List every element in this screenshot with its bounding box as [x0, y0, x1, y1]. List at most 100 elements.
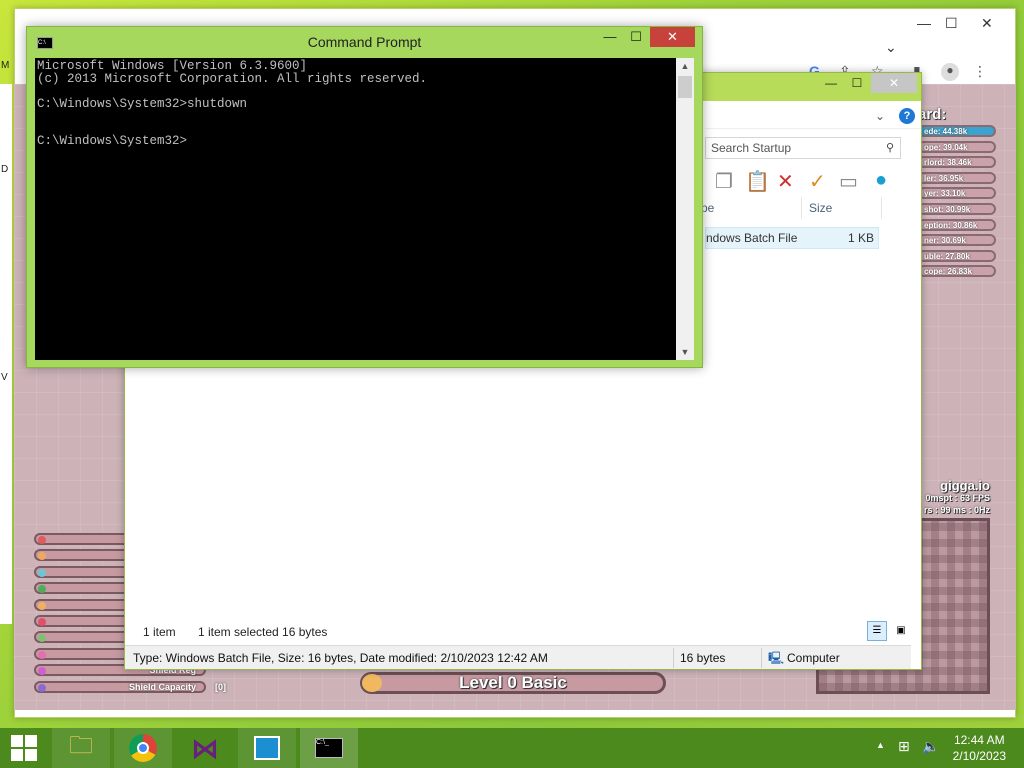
volume-icon[interactable]: 🔈: [922, 738, 939, 768]
cmd-icon: C:\_: [315, 738, 343, 758]
explorer-toolbar: ❐ 📋 ✕ ✓ ▭ ●: [715, 167, 915, 197]
folder-icon: 🗀: [69, 731, 93, 759]
stat-color-dot: [38, 536, 46, 544]
paste-icon[interactable]: 📋: [745, 169, 770, 194]
visual-studio-icon: ⋈: [191, 732, 219, 764]
explorer-minimize-button[interactable]: —: [817, 73, 845, 93]
taskbar-image-viewer[interactable]: [238, 728, 296, 768]
column-separator: [881, 197, 882, 219]
taskbar: 🗀 ⋈ C:\_ ▲ ⊞ 🔈 12:44 AM 2/10/2023: [0, 728, 1024, 768]
file-size-cell: 1 KB: [847, 231, 874, 245]
details-separator: [761, 648, 762, 668]
stat-color-dot: [38, 601, 46, 610]
cmd-minimize-button[interactable]: —: [596, 27, 624, 47]
address-bar[interactable]: ⌄ ?: [705, 107, 921, 129]
stat-color-dot: [38, 667, 46, 676]
status-selected: 1 item selected 16 bytes: [198, 625, 328, 639]
column-separator: [801, 197, 802, 219]
details-location: Computer: [787, 651, 840, 665]
stat-color-dot: [38, 634, 46, 643]
command-prompt-window: C:\ Command Prompt — ☐ ✕ Microsoft Windo…: [26, 26, 703, 368]
edge-letter: D: [1, 164, 9, 175]
leaderboard-row: shot: 30.99k: [918, 203, 996, 215]
status-item-count: 1 item: [143, 625, 176, 639]
clock[interactable]: 12:44 AM 2/10/2023: [953, 732, 1006, 764]
leaderboard-row: uble: 27.80k: [918, 249, 996, 262]
copy-icon[interactable]: ❐: [715, 169, 733, 194]
stat-color-dot: [38, 650, 46, 659]
tab-search-chevron-icon[interactable]: ⌄: [885, 39, 897, 56]
taskbar-visual-studio[interactable]: ⋈: [176, 728, 234, 768]
stat-level-value: [0]: [215, 681, 226, 692]
computer-icon: 🖳: [768, 651, 785, 665]
explorer-close-button[interactable]: ✕: [871, 73, 917, 93]
taskbar-command-prompt[interactable]: C:\_: [300, 728, 358, 768]
browser-minimize-button[interactable]: —: [917, 15, 931, 31]
file-row-selected[interactable]: ndows Batch File 1 KB: [705, 227, 879, 249]
browser-close-button[interactable]: ✕: [981, 15, 993, 32]
stat-upgrade-bar[interactable]: Shield Capacity [0]: [34, 680, 226, 693]
level-progress-knob: [362, 674, 382, 692]
scroll-down-icon[interactable]: ▼: [676, 344, 694, 360]
search-input[interactable]: Search Startup ⚲: [705, 137, 901, 159]
properties-check-icon[interactable]: ✓: [809, 169, 826, 194]
column-size-header[interactable]: Size: [809, 197, 832, 219]
clock-time: 12:44 AM: [953, 733, 1005, 747]
scroll-thumb[interactable]: [678, 76, 692, 98]
delete-icon[interactable]: ✕: [777, 169, 794, 194]
cmd-scrollbar[interactable]: ▲ ▼: [676, 58, 694, 360]
perf-line-2: rs : 99 ms : 0Hz: [923, 505, 990, 515]
browser-maximize-button[interactable]: ☐: [945, 15, 958, 32]
help-icon[interactable]: ?: [899, 108, 915, 124]
level-bar: Level 0 Basic: [360, 672, 666, 694]
cmd-maximize-button[interactable]: ☐: [622, 27, 650, 47]
tray-expand-icon[interactable]: ▲: [876, 740, 885, 768]
leaderboard-row: cope: 26.83k: [918, 265, 996, 278]
large-icons-view-icon[interactable]: ▣: [891, 621, 911, 641]
taskbar-chrome[interactable]: [114, 728, 172, 768]
column-type-header[interactable]: pe: [701, 197, 714, 219]
stat-color-dot: [38, 683, 46, 692]
edge-letter: M: [1, 60, 10, 71]
site-name: gigga.io: [940, 478, 990, 493]
profile-icon[interactable]: ●: [941, 63, 959, 81]
search-icon[interactable]: ⚲: [886, 141, 894, 154]
leaderboard-title: ard:: [918, 106, 947, 123]
windows-logo-icon: [11, 735, 37, 761]
leaderboard-row: ope: 39.04k: [918, 140, 996, 153]
leaderboard-row: ede: 44.38k: [918, 125, 996, 137]
scroll-up-icon[interactable]: ▲: [676, 58, 694, 74]
stat-color-dot: [38, 552, 46, 561]
leaderboard-row: ler: 36.95k: [918, 171, 996, 184]
image-viewer-icon: [254, 736, 280, 760]
menu-icon[interactable]: ⋮: [973, 63, 987, 80]
level-text: Level 0 Basic: [459, 673, 567, 692]
address-dropdown-icon[interactable]: ⌄: [875, 109, 885, 123]
start-button[interactable]: [0, 728, 48, 768]
chrome-icon: [129, 734, 157, 762]
globe-icon[interactable]: ●: [875, 169, 887, 192]
leaderboard-row: rlord: 38.46k: [918, 156, 996, 169]
details-bar: Type: Windows Batch File, Size: 16 bytes…: [125, 645, 911, 669]
browser-left-edge: M D V: [0, 60, 12, 624]
edge-letter: V: [1, 372, 8, 383]
stat-color-dot: [38, 568, 46, 577]
details-size: 16 bytes: [680, 651, 726, 665]
cmd-console[interactable]: Microsoft Windows [Version 6.3.9600] (c)…: [35, 58, 676, 360]
details-view-icon[interactable]: ☰: [867, 621, 887, 641]
taskbar-file-explorer[interactable]: 🗀: [52, 728, 110, 768]
explorer-maximize-button[interactable]: ☐: [843, 73, 871, 93]
perf-line-1: 0mspt : 63 FPS: [925, 493, 990, 503]
rename-icon[interactable]: ▭: [839, 169, 858, 194]
search-placeholder: Search Startup: [711, 141, 792, 155]
leaderboard-row: eption: 30.86k: [918, 218, 996, 231]
clock-date: 2/10/2023: [952, 749, 1006, 763]
cmd-close-button[interactable]: ✕: [650, 27, 695, 47]
stat-label: Shield Capacity: [128, 681, 196, 692]
leaderboard-row: ner: 30.69k: [918, 234, 996, 247]
network-icon[interactable]: ⊞: [898, 738, 910, 768]
details-separator: [673, 648, 674, 668]
file-type-cell: ndows Batch File: [706, 231, 798, 245]
stat-color-dot: [38, 585, 46, 594]
stat-color-dot: [38, 618, 46, 626]
